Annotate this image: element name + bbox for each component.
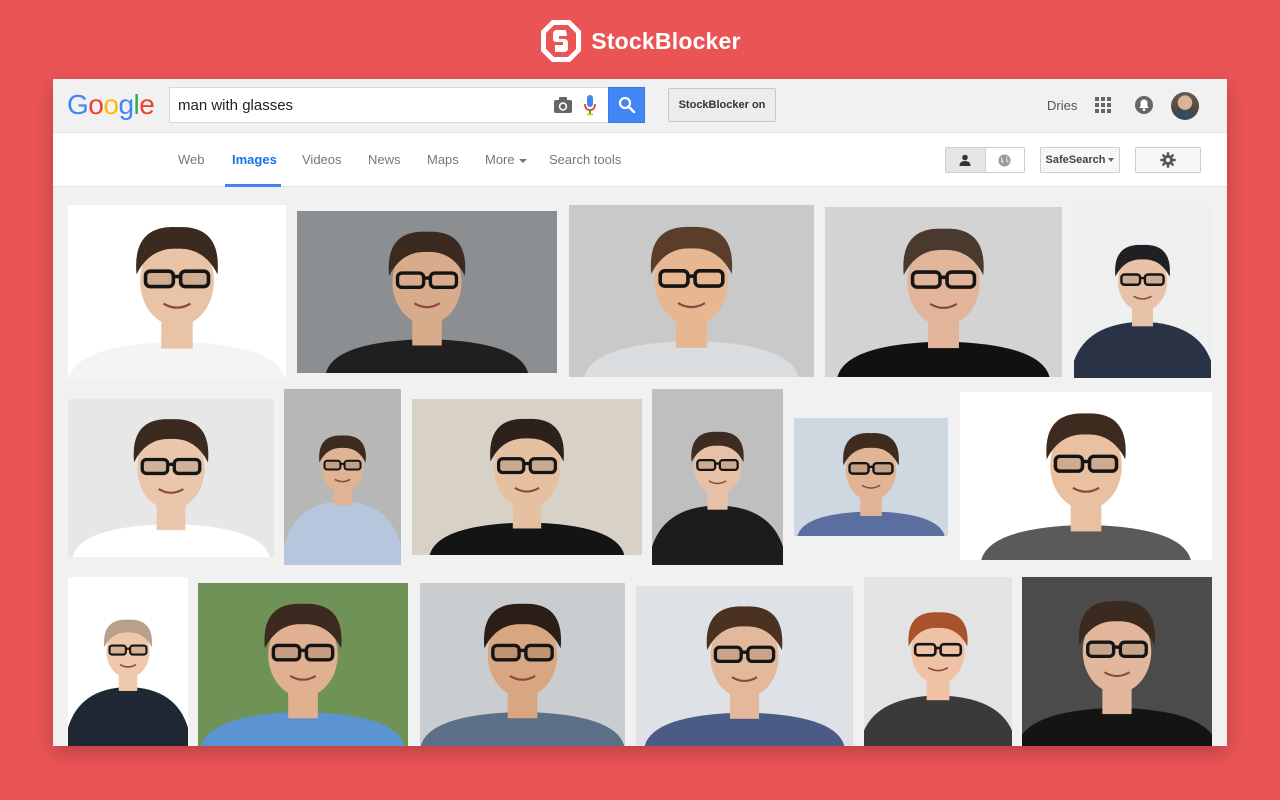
search-input[interactable] bbox=[178, 88, 538, 122]
microphone-icon[interactable] bbox=[583, 94, 597, 116]
logo-letter: G bbox=[67, 89, 89, 120]
tab-more[interactable]: More bbox=[485, 152, 527, 167]
image-result-thumbnail[interactable] bbox=[652, 389, 783, 565]
image-result-thumbnail[interactable] bbox=[1074, 205, 1211, 378]
chevron-down-icon bbox=[1108, 158, 1115, 162]
tab-web[interactable]: Web bbox=[178, 152, 205, 167]
image-result-thumbnail[interactable] bbox=[960, 392, 1212, 560]
user-name-link[interactable]: Dries bbox=[1047, 98, 1077, 113]
logo-letter: o bbox=[88, 89, 104, 120]
chevron-down-icon bbox=[518, 158, 527, 163]
search-nav-bar: Web Images Videos News Maps More Search … bbox=[53, 133, 1227, 187]
brand-header: StockBlocker bbox=[0, 18, 1280, 64]
stockblocker-toggle-button[interactable]: StockBlocker on bbox=[668, 88, 776, 122]
image-result-thumbnail[interactable] bbox=[569, 205, 814, 377]
tab-search-tools[interactable]: Search tools bbox=[549, 152, 621, 167]
apps-grid-icon[interactable] bbox=[1095, 97, 1111, 113]
avatar[interactable] bbox=[1171, 92, 1199, 120]
image-result-thumbnail[interactable] bbox=[297, 211, 557, 373]
image-result-thumbnail[interactable] bbox=[864, 577, 1012, 746]
brand-name: StockBlocker bbox=[591, 27, 741, 54]
image-result-thumbnail[interactable] bbox=[68, 399, 274, 557]
logo-letter: g bbox=[118, 89, 134, 120]
tab-images[interactable]: Images bbox=[232, 152, 277, 167]
search-icon bbox=[618, 96, 635, 114]
search-box bbox=[169, 87, 609, 123]
image-result-thumbnail[interactable] bbox=[420, 583, 625, 746]
private-results-button[interactable] bbox=[946, 148, 985, 172]
google-top-bar: Google StockBlocker on Dr bbox=[53, 79, 1227, 133]
bell-icon[interactable] bbox=[1134, 95, 1154, 115]
results-privacy-toggle bbox=[945, 147, 1025, 173]
public-results-button[interactable] bbox=[984, 148, 1024, 172]
image-result-thumbnail[interactable] bbox=[794, 418, 948, 536]
image-result-thumbnail[interactable] bbox=[68, 205, 286, 378]
image-result-thumbnail[interactable] bbox=[284, 389, 401, 565]
image-results-grid bbox=[53, 187, 1227, 746]
image-result-thumbnail[interactable] bbox=[198, 583, 408, 746]
image-result-thumbnail[interactable] bbox=[68, 577, 188, 746]
settings-button[interactable] bbox=[1135, 147, 1201, 173]
globe-icon bbox=[998, 154, 1011, 166]
person-icon bbox=[959, 154, 971, 166]
logo-letter: e bbox=[139, 89, 155, 120]
camera-icon[interactable] bbox=[553, 96, 573, 114]
safesearch-dropdown[interactable]: SafeSearch bbox=[1040, 147, 1120, 173]
search-button[interactable] bbox=[608, 87, 645, 123]
stockblocker-logo-icon bbox=[541, 20, 582, 62]
tab-more-label: More bbox=[485, 152, 515, 167]
tab-news[interactable]: News bbox=[368, 152, 401, 167]
image-result-thumbnail[interactable] bbox=[636, 586, 853, 746]
image-result-thumbnail[interactable] bbox=[825, 207, 1062, 377]
gear-icon bbox=[1160, 152, 1176, 168]
google-logo[interactable]: Google bbox=[67, 89, 155, 121]
tab-videos[interactable]: Videos bbox=[302, 152, 342, 167]
image-result-thumbnail[interactable] bbox=[1022, 577, 1212, 746]
browser-window: Google StockBlocker on Dr bbox=[53, 79, 1227, 746]
safesearch-label: SafeSearch bbox=[1045, 154, 1106, 166]
image-result-thumbnail[interactable] bbox=[412, 399, 642, 555]
tab-maps[interactable]: Maps bbox=[427, 152, 459, 167]
logo-letter: o bbox=[103, 89, 119, 120]
